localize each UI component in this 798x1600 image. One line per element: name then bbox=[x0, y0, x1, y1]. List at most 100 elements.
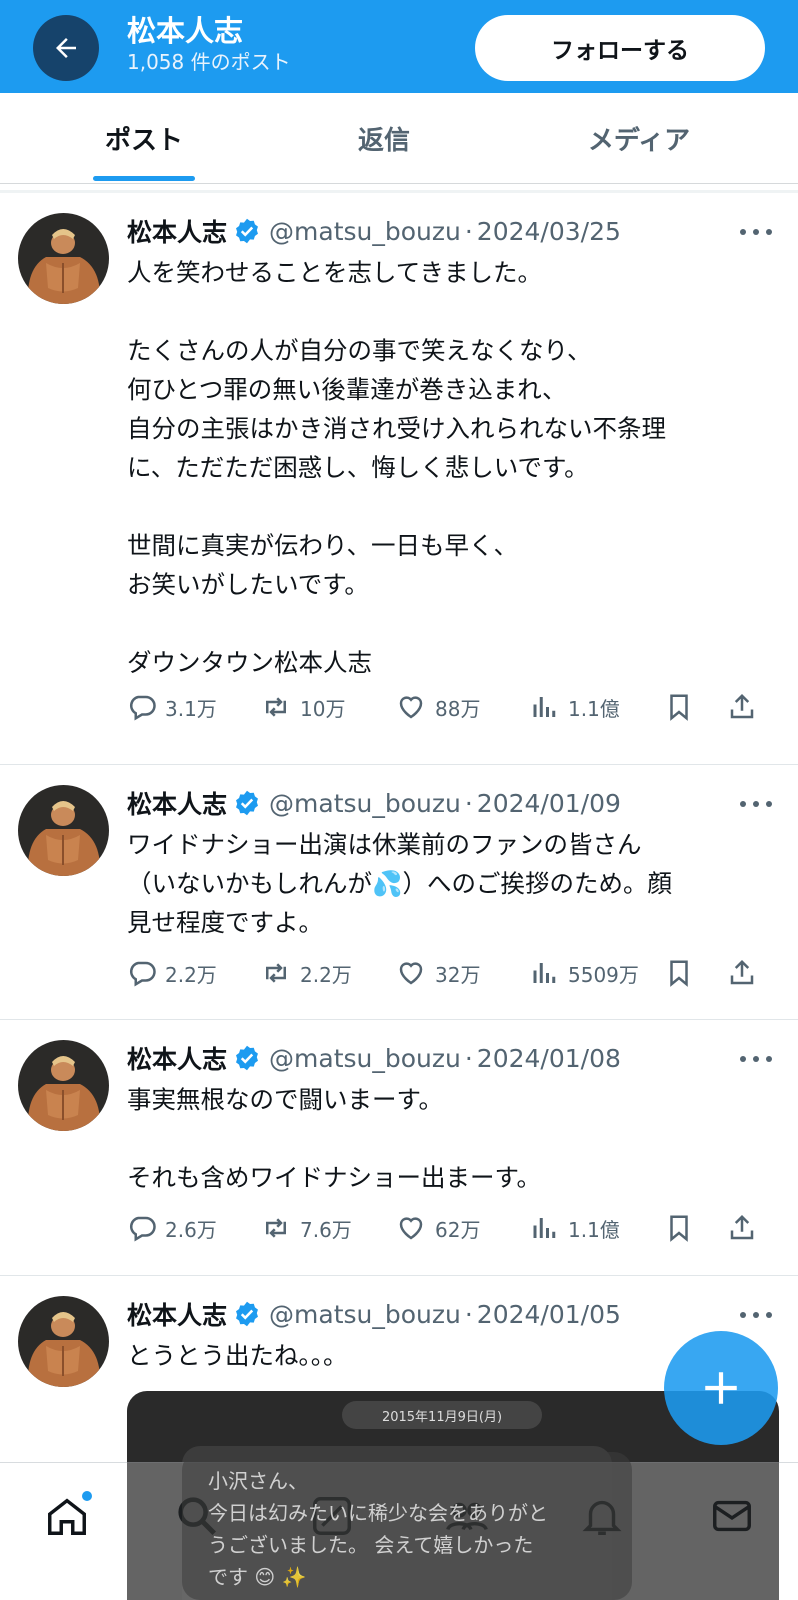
more-dots-icon[interactable] bbox=[736, 1044, 776, 1074]
separator-dot: · bbox=[464, 1299, 473, 1329]
post-header: 松本人志 @matsu_bouzu · 2024/01/09 bbox=[127, 783, 687, 823]
bookmark-icon bbox=[670, 960, 688, 987]
avatar[interactable] bbox=[18, 1040, 109, 1131]
compose-button[interactable] bbox=[664, 1331, 778, 1445]
plus-icon bbox=[705, 1372, 737, 1404]
share-upload-icon bbox=[730, 693, 754, 719]
more-dots-icon[interactable] bbox=[736, 217, 776, 247]
tab-media[interactable]: メディア bbox=[541, 93, 737, 184]
repost-arrows-icon bbox=[266, 697, 286, 717]
post-date[interactable]: 2024/01/08 bbox=[477, 1044, 621, 1073]
share-upload-icon bbox=[730, 1214, 754, 1240]
post[interactable]: 松本人志 @matsu_bouzu · 2024/01/08 事実無根なので闘い… bbox=[0, 1020, 798, 1276]
post-text: ワイドナショー出演は休業前のファンの皆さん （いないかもしれんが💦）へのご挨拶の… bbox=[127, 830, 673, 937]
reply-count: 2.2万 bbox=[165, 962, 217, 987]
bookmark-button[interactable] bbox=[664, 953, 694, 993]
share-button[interactable] bbox=[727, 953, 757, 993]
views-button[interactable]: 1.1億 bbox=[530, 1208, 620, 1248]
avatar[interactable] bbox=[18, 213, 109, 304]
bar-chart-icon bbox=[533, 697, 556, 717]
profile-tabs: ポスト 返信 メディア bbox=[0, 93, 798, 184]
verified-badge-icon bbox=[233, 1044, 261, 1072]
repost-button[interactable]: 10万 bbox=[260, 687, 345, 727]
avatar-image bbox=[18, 785, 109, 876]
views-button[interactable]: 5509万 bbox=[530, 953, 639, 993]
author-name[interactable]: 松本人志 bbox=[127, 785, 227, 821]
repost-arrows-icon bbox=[266, 963, 286, 983]
post-date[interactable]: 2024/01/05 bbox=[477, 1300, 621, 1329]
repost-count: 7.6万 bbox=[300, 1217, 352, 1242]
post-header: 松本人志 @matsu_bouzu · 2024/01/05 bbox=[127, 1294, 687, 1334]
like-count: 32万 bbox=[435, 962, 481, 987]
post-date[interactable]: 2024/03/25 bbox=[477, 217, 621, 246]
reply-button[interactable]: 2.2万 bbox=[127, 953, 217, 993]
bookmark-button[interactable] bbox=[664, 1208, 694, 1248]
speech-bubble-icon bbox=[129, 695, 156, 721]
nav-home[interactable] bbox=[40, 1489, 94, 1543]
author-handle[interactable]: @matsu_bouzu bbox=[269, 789, 461, 818]
repost-arrows-icon bbox=[266, 1218, 286, 1238]
like-count: 62万 bbox=[435, 1217, 481, 1242]
media-message-text: 小沢さん、 今日は幻みたいに稀少な会をありがと うございました。 会えて嬉しかっ… bbox=[208, 1469, 548, 1589]
reply-button[interactable]: 3.1万 bbox=[127, 687, 217, 727]
author-handle[interactable]: @matsu_bouzu bbox=[269, 1044, 461, 1073]
author-handle[interactable]: @matsu_bouzu bbox=[269, 217, 461, 246]
heart-icon bbox=[399, 1217, 423, 1240]
share-button[interactable] bbox=[727, 687, 757, 727]
follow-button[interactable]: フォローする bbox=[475, 15, 765, 81]
tab-posts[interactable]: ポスト bbox=[46, 93, 242, 184]
back-button[interactable] bbox=[33, 15, 99, 81]
separator-dot: · bbox=[464, 216, 473, 246]
post-actions: 2.2万 2.2万 32万 5509万 bbox=[127, 953, 773, 993]
post[interactable]: 松本人志 @matsu_bouzu · 2024/01/09 ワイドナショー出演… bbox=[0, 765, 798, 1020]
post-date[interactable]: 2024/01/09 bbox=[477, 789, 621, 818]
repost-count: 10万 bbox=[300, 696, 346, 721]
heart-icon bbox=[399, 962, 423, 985]
avatar-image bbox=[18, 213, 109, 304]
author-name[interactable]: 松本人志 bbox=[127, 213, 227, 249]
avatar-image bbox=[18, 1296, 109, 1387]
reply-button[interactable]: 2.6万 bbox=[127, 1208, 217, 1248]
media-date-label: 2015年11月9日(月) bbox=[342, 1401, 542, 1429]
heart-icon bbox=[399, 696, 423, 719]
more-dots-icon[interactable] bbox=[736, 789, 776, 819]
verified-badge-icon bbox=[233, 217, 261, 245]
views-button[interactable]: 1.1億 bbox=[530, 687, 620, 727]
tab-replies[interactable]: 返信 bbox=[286, 93, 482, 184]
verified-badge-icon bbox=[233, 789, 261, 817]
bookmark-button[interactable] bbox=[664, 687, 694, 727]
reply-count: 2.6万 bbox=[165, 1217, 217, 1242]
bar-chart-icon bbox=[533, 1218, 556, 1238]
author-handle[interactable]: @matsu_bouzu bbox=[269, 1300, 461, 1329]
view-count: 5509万 bbox=[568, 962, 639, 987]
repost-count: 2.2万 bbox=[300, 962, 352, 987]
post-header: 松本人志 @matsu_bouzu · 2024/03/25 bbox=[127, 211, 687, 251]
repost-button[interactable]: 2.2万 bbox=[260, 953, 352, 993]
like-button[interactable]: 62万 bbox=[395, 1208, 480, 1248]
like-button[interactable]: 32万 bbox=[395, 953, 480, 993]
post-actions: 3.1万 10万 88万 1.1億 bbox=[127, 687, 773, 727]
bookmark-icon bbox=[670, 1215, 688, 1242]
view-count: 1.1億 bbox=[568, 1217, 620, 1242]
bookmark-icon bbox=[670, 694, 688, 721]
avatar[interactable] bbox=[18, 1296, 109, 1387]
verified-badge-icon bbox=[233, 1300, 261, 1328]
notification-dot bbox=[82, 1491, 92, 1501]
post-text: 事実無根なので闘いまーす。 それも含めワイドナショー出まーす。 bbox=[127, 1085, 542, 1192]
author-name[interactable]: 松本人志 bbox=[127, 1296, 227, 1332]
separator-dot: · bbox=[464, 1043, 473, 1073]
profile-name: 松本人志 bbox=[127, 14, 244, 48]
repost-button[interactable]: 7.6万 bbox=[260, 1208, 352, 1248]
post-text: 人を笑わせることを志してきました。 たくさんの人が自分の事で笑えなくなり、 何ひ… bbox=[127, 258, 666, 677]
post-header: 松本人志 @matsu_bouzu · 2024/01/08 bbox=[127, 1038, 687, 1078]
speech-bubble-icon bbox=[129, 961, 156, 987]
view-count: 1.1億 bbox=[568, 696, 620, 721]
avatar[interactable] bbox=[18, 785, 109, 876]
avatar-image bbox=[18, 1040, 109, 1131]
post[interactable]: 松本人志 @matsu_bouzu · 2024/03/25 人を笑わせることを… bbox=[0, 193, 798, 765]
like-button[interactable]: 88万 bbox=[395, 687, 480, 727]
share-button[interactable] bbox=[727, 1208, 757, 1248]
author-name[interactable]: 松本人志 bbox=[127, 1040, 227, 1076]
more-dots-icon[interactable] bbox=[736, 1300, 776, 1330]
speech-bubble-icon bbox=[129, 1216, 156, 1242]
